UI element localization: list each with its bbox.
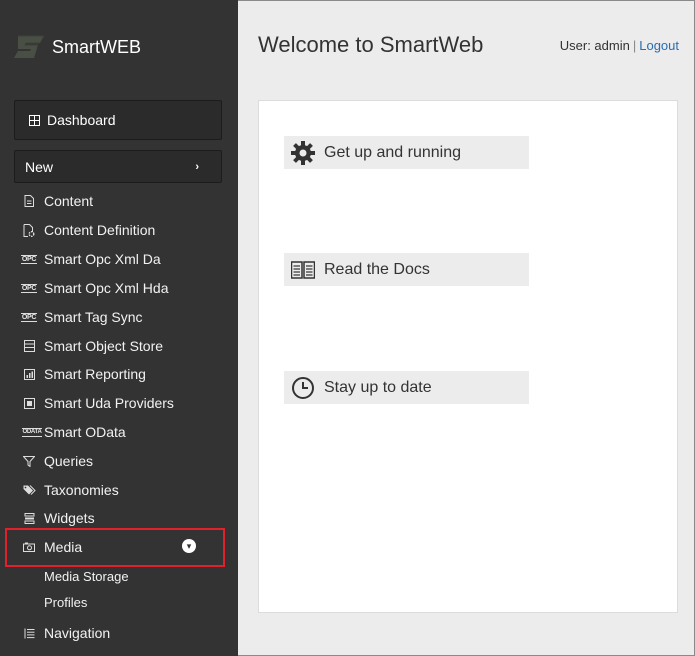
- sidebar-item-widgets[interactable]: Widgets: [22, 508, 95, 528]
- document-icon: [22, 194, 36, 208]
- sidebar-item-taxonomies[interactable]: Taxonomies: [22, 480, 119, 500]
- sidebar-item-label: Smart Opc Xml Da: [44, 251, 161, 267]
- tile-read-the-docs[interactable]: Read the Docs: [284, 253, 529, 286]
- sidebar-item-label: Smart Uda Providers: [44, 395, 174, 411]
- sidebar-item-smart-odata[interactable]: ODATA Smart OData: [21, 422, 126, 442]
- sidebar-item-label: Media: [44, 539, 83, 555]
- sidebar-item-smart-object-store[interactable]: Smart Object Store: [22, 336, 163, 356]
- tile-label: Get up and running: [324, 143, 461, 161]
- list-icon: [22, 626, 36, 640]
- dashboard-icon: [27, 113, 41, 127]
- sidebar-item-label: New: [25, 158, 54, 175]
- odata-icon: ODATA: [21, 427, 43, 437]
- smartweb-logo-icon: [14, 35, 45, 58]
- tile-label: Stay up to date: [324, 378, 432, 396]
- sidebar-item-label: Smart Tag Sync: [44, 309, 143, 325]
- brand[interactable]: SmartWEB: [14, 32, 141, 62]
- tile-stay-up-to-date[interactable]: Stay up to date: [284, 371, 529, 404]
- sidebar-item-label: Navigation: [44, 625, 111, 641]
- sidebar-item-label: Smart Reporting: [44, 366, 146, 382]
- tile-get-up-and-running[interactable]: Get up and running: [284, 136, 529, 169]
- filter-icon: [22, 454, 36, 468]
- widgets-icon: [22, 511, 36, 525]
- sidebar-item-smart-opc-xml-da[interactable]: OPC Smart Opc Xml Da: [20, 249, 161, 269]
- sidebar-subitem-profiles[interactable]: Profiles: [44, 593, 87, 611]
- sidebar-item-smart-reporting[interactable]: Smart Reporting: [22, 364, 146, 384]
- sidebar-item-content[interactable]: Content: [22, 191, 93, 211]
- opc-icon: OPC: [20, 283, 38, 293]
- tags-icon: [22, 483, 36, 497]
- welcome-card: Get up and running Read the Docs Stay up…: [258, 100, 678, 613]
- chevron-down-icon[interactable]: ▾: [182, 539, 196, 553]
- sidebar-item-label: Queries: [44, 453, 94, 469]
- sidebar-item-queries[interactable]: Queries: [22, 451, 93, 471]
- sidebar-item-navigation[interactable]: Navigation: [22, 623, 110, 643]
- list-box-icon: [22, 339, 36, 353]
- sidebar-subitem-media-storage[interactable]: Media Storage: [44, 567, 129, 585]
- sidebar-item-label: Smart Object Store: [44, 338, 164, 354]
- logout-link[interactable]: Logout: [639, 38, 679, 53]
- sidebar-item-label: Dashboard: [47, 112, 116, 128]
- page-title: Welcome to SmartWeb: [258, 32, 484, 57]
- opc-icon: OPC: [20, 312, 38, 322]
- square-icon: [22, 396, 36, 410]
- chevron-right-icon: ›: [195, 160, 199, 173]
- sidebar-item-content-definition[interactable]: Content Definition: [22, 220, 155, 240]
- sidebar-item-label: Smart Opc Xml Hda: [44, 280, 169, 296]
- sidebar-item-label: Taxonomies: [44, 482, 119, 498]
- document-gear-icon: [22, 223, 36, 237]
- sidebar-item-smart-opc-xml-hda[interactable]: OPC Smart Opc Xml Hda: [20, 278, 169, 298]
- bar-chart-icon: [22, 367, 36, 381]
- gear-icon: [290, 140, 316, 166]
- sidebar-item-dashboard[interactable]: Dashboard: [14, 100, 222, 140]
- tile-label: Read the Docs: [324, 260, 430, 278]
- brand-name: SmartWEB: [52, 36, 142, 57]
- sidebar-item-smart-tag-sync[interactable]: OPC Smart Tag Sync: [20, 307, 143, 327]
- sidebar-item-label: Content Definition: [44, 222, 156, 238]
- sidebar: SmartWEB Dashboard New › Content Content…: [0, 0, 238, 656]
- clock-icon: [290, 375, 316, 401]
- sidebar-item-media[interactable]: Media: [22, 537, 82, 557]
- user-label: User: admin: [559, 38, 630, 53]
- book-icon: [290, 257, 316, 283]
- sidebar-item-label: Content: [44, 193, 94, 209]
- sidebar-item-label: Widgets: [44, 510, 95, 526]
- user-bar: User: admin | Logout: [560, 38, 679, 53]
- camera-icon: [22, 540, 36, 554]
- sidebar-item-smart-uda-providers[interactable]: Smart Uda Providers: [22, 393, 174, 413]
- sidebar-item-label: Smart OData: [44, 424, 126, 440]
- separator: |: [632, 38, 637, 53]
- opc-icon: OPC: [20, 254, 38, 264]
- sidebar-item-new[interactable]: New ›: [14, 150, 222, 183]
